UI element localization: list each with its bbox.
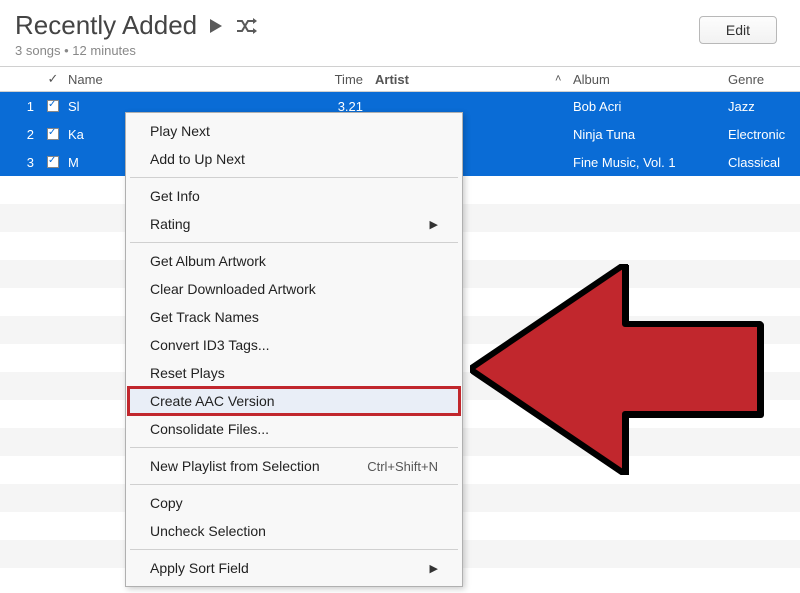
menu-separator (130, 447, 458, 448)
edit-button[interactable]: Edit (699, 16, 777, 44)
row-number: 2 (0, 127, 42, 142)
col-artist[interactable]: Artist (375, 72, 555, 87)
col-genre[interactable]: Genre (728, 72, 800, 87)
menu-label: Rating (150, 216, 190, 232)
menu-label: Create AAC Version (150, 393, 275, 409)
menu-label: Reset Plays (150, 365, 225, 381)
menu-consolidate[interactable]: Consolidate Files... (128, 415, 460, 443)
menu-convert-id3[interactable]: Convert ID3 Tags... (128, 331, 460, 359)
row-album: Bob Acri (573, 99, 728, 114)
subtitle: 3 songs • 12 minutes (15, 43, 257, 58)
menu-get-track-names[interactable]: Get Track Names (128, 303, 460, 331)
title-block: Recently Added 3 songs • 12 minutes (15, 10, 257, 58)
checkmark-icon (47, 128, 59, 140)
menu-label: Play Next (150, 123, 210, 139)
menu-label: Apply Sort Field (150, 560, 249, 576)
menu-label: Consolidate Files... (150, 421, 269, 437)
row-checkbox[interactable] (42, 128, 64, 140)
context-menu: Play Next Add to Up Next Get Info Rating… (125, 112, 463, 587)
menu-shortcut: Ctrl+Shift+N (367, 459, 438, 474)
menu-label: New Playlist from Selection (150, 458, 320, 474)
col-name[interactable]: Name (64, 72, 315, 87)
row-album: Ninja Tuna (573, 127, 728, 142)
menu-separator (130, 177, 458, 178)
menu-label: Get Album Artwork (150, 253, 266, 269)
col-check[interactable]: ✓ (42, 71, 64, 87)
row-checkbox[interactable] (42, 100, 64, 112)
menu-rating[interactable]: Rating ▶ (128, 210, 460, 238)
menu-label: Add to Up Next (150, 151, 245, 167)
row-number: 3 (0, 155, 42, 170)
sort-indicator-icon[interactable]: ˄ (555, 73, 573, 85)
header: Recently Added 3 songs • 12 minutes Edit (0, 0, 800, 66)
menu-play-next[interactable]: Play Next (128, 117, 460, 145)
menu-label: Convert ID3 Tags... (150, 337, 270, 353)
title-line: Recently Added (15, 10, 257, 41)
menu-reset-plays[interactable]: Reset Plays (128, 359, 460, 387)
col-album[interactable]: Album (573, 72, 728, 87)
row-genre: Classical (728, 155, 800, 170)
submenu-arrow-icon: ▶ (430, 562, 438, 575)
instruction-arrow-icon (470, 264, 770, 479)
row-album: Fine Music, Vol. 1 (573, 155, 728, 170)
menu-copy[interactable]: Copy (128, 489, 460, 517)
menu-separator (130, 484, 458, 485)
play-icon[interactable] (207, 17, 225, 35)
menu-separator (130, 549, 458, 550)
checkmark-icon (47, 156, 59, 168)
checkmark-icon (47, 100, 59, 112)
menu-apply-sort[interactable]: Apply Sort Field ▶ (128, 554, 460, 582)
menu-uncheck[interactable]: Uncheck Selection (128, 517, 460, 545)
menu-label: Get Track Names (150, 309, 259, 325)
menu-label: Get Info (150, 188, 200, 204)
row-genre: Electronic (728, 127, 800, 142)
menu-label: Clear Downloaded Artwork (150, 281, 316, 297)
menu-label: Copy (150, 495, 183, 511)
menu-get-info[interactable]: Get Info (128, 182, 460, 210)
shuffle-icon[interactable] (235, 17, 257, 35)
page-title: Recently Added (15, 10, 197, 41)
row-number: 1 (0, 99, 42, 114)
row-genre: Jazz (728, 99, 800, 114)
menu-create-aac[interactable]: Create AAC Version (128, 387, 460, 415)
menu-get-artwork[interactable]: Get Album Artwork (128, 247, 460, 275)
column-headers: ✓ Name Time Artist ˄ Album Genre (0, 66, 800, 92)
menu-new-playlist[interactable]: New Playlist from Selection Ctrl+Shift+N (128, 452, 460, 480)
menu-clear-artwork[interactable]: Clear Downloaded Artwork (128, 275, 460, 303)
submenu-arrow-icon: ▶ (430, 218, 438, 231)
col-time[interactable]: Time (315, 72, 375, 87)
menu-separator (130, 242, 458, 243)
menu-add-up-next[interactable]: Add to Up Next (128, 145, 460, 173)
row-checkbox[interactable] (42, 156, 64, 168)
menu-label: Uncheck Selection (150, 523, 266, 539)
